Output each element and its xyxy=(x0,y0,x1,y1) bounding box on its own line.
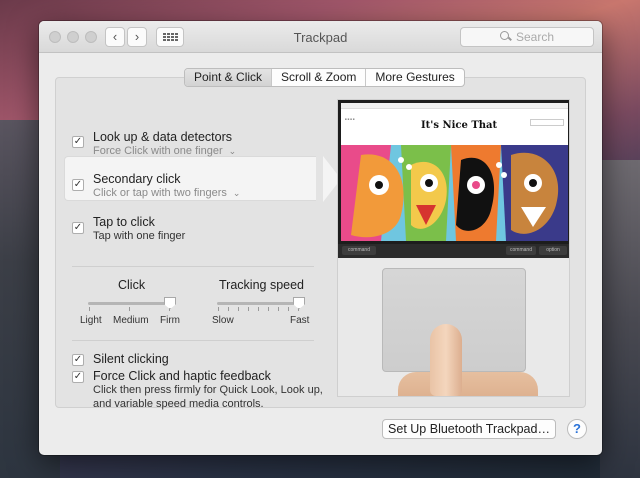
preview-screen: ■ ■ ■ ■ It's Nice That xyxy=(338,100,569,244)
tick-label-medium: Medium xyxy=(113,315,149,326)
preview-address-bar xyxy=(341,103,568,109)
slider-tick xyxy=(129,307,130,311)
help-button[interactable]: ? xyxy=(567,419,587,439)
lookup-subtitle-text: Force Click with one finger xyxy=(93,145,223,157)
preview-key-command-right: command xyxy=(506,246,536,255)
secondary-click-title: Secondary click xyxy=(93,172,181,186)
slider-tick xyxy=(268,307,269,311)
slider-tick xyxy=(248,307,249,311)
tab-scroll-zoom[interactable]: Scroll & Zoom xyxy=(272,69,367,86)
force-click-title: Force Click and haptic feedback xyxy=(93,369,271,383)
lookup-subtitle[interactable]: Force Click with one finger ⌄ xyxy=(93,145,236,157)
gesture-preview: ■ ■ ■ ■ It's Nice That command command o… xyxy=(337,99,570,397)
tab-bar: Point & Click Scroll & Zoom More Gesture… xyxy=(184,68,465,87)
silent-clicking-checkbox[interactable]: ✓ xyxy=(72,354,84,366)
tracking-speed-label: Tracking speed xyxy=(219,278,304,292)
tab-more-gestures[interactable]: More Gestures xyxy=(366,69,463,86)
tick-label-slow: Slow xyxy=(212,315,234,326)
tracking-slider-knob[interactable] xyxy=(293,297,305,309)
force-click-description: Click then press firmly for Quick Look, … xyxy=(93,384,323,410)
search-placeholder: Search xyxy=(515,30,555,44)
secondary-click-subtitle-text: Click or tap with two fingers xyxy=(93,187,227,199)
preview-site-logo: It's Nice That xyxy=(421,120,498,131)
preferences-window: ‹ › Trackpad Search Point & Click Scroll… xyxy=(39,21,602,455)
slider-tick xyxy=(288,307,289,311)
slider-tick xyxy=(238,307,239,311)
slider-tick xyxy=(258,307,259,311)
preview-artwork xyxy=(341,145,568,241)
click-slider-knob[interactable] xyxy=(164,297,176,309)
tick-label-fast: Fast xyxy=(290,315,310,326)
tick-label-light: Light xyxy=(80,315,102,326)
chevron-down-icon: ⌄ xyxy=(228,146,237,156)
chevron-down-icon: ⌄ xyxy=(232,188,241,198)
slider-tick xyxy=(218,307,219,311)
preview-hand xyxy=(398,372,538,396)
preview-site-nav: ■ ■ ■ ■ xyxy=(345,117,355,121)
tracking-slider-track[interactable] xyxy=(217,302,299,305)
divider xyxy=(72,266,314,267)
setup-bluetooth-trackpad-button[interactable]: Set Up Bluetooth Trackpad… xyxy=(382,419,556,439)
slider-tick xyxy=(228,307,229,311)
tick-label-firm: Firm xyxy=(160,315,180,326)
slider-tick xyxy=(89,307,90,311)
title-bar: ‹ › Trackpad Search xyxy=(39,21,602,53)
click-slider-track[interactable] xyxy=(88,302,170,305)
desktop-background-right xyxy=(600,160,640,478)
preview-site-search xyxy=(530,119,564,126)
divider xyxy=(72,340,314,341)
tap-to-click-title: Tap to click xyxy=(93,215,155,229)
silent-clicking-title: Silent clicking xyxy=(93,352,169,366)
lookup-checkbox[interactable]: ✓ xyxy=(72,136,84,148)
preview-finger xyxy=(430,324,462,396)
force-click-checkbox[interactable]: ✓ xyxy=(72,371,84,383)
preview-browser: ■ ■ ■ ■ It's Nice That xyxy=(341,103,568,145)
click-slider-label: Click xyxy=(118,278,146,292)
search-field[interactable]: Search xyxy=(460,27,594,47)
preview-artwork-image xyxy=(341,145,568,241)
slider-tick xyxy=(278,307,279,311)
tab-point-click[interactable]: Point & Click xyxy=(185,69,273,86)
tap-to-click-checkbox[interactable]: ✓ xyxy=(72,222,84,234)
tap-to-click-subtitle: Tap with one finger xyxy=(93,230,186,242)
secondary-click-checkbox[interactable]: ✓ xyxy=(72,179,84,191)
lookup-title: Look up & data detectors xyxy=(93,130,232,144)
secondary-click-subtitle[interactable]: Click or tap with two fingers ⌄ xyxy=(93,187,240,199)
search-icon xyxy=(499,31,512,43)
preview-keyboard: command command option xyxy=(338,244,569,258)
preview-key-command-left: command xyxy=(342,246,376,255)
preview-key-option: option xyxy=(539,246,567,255)
